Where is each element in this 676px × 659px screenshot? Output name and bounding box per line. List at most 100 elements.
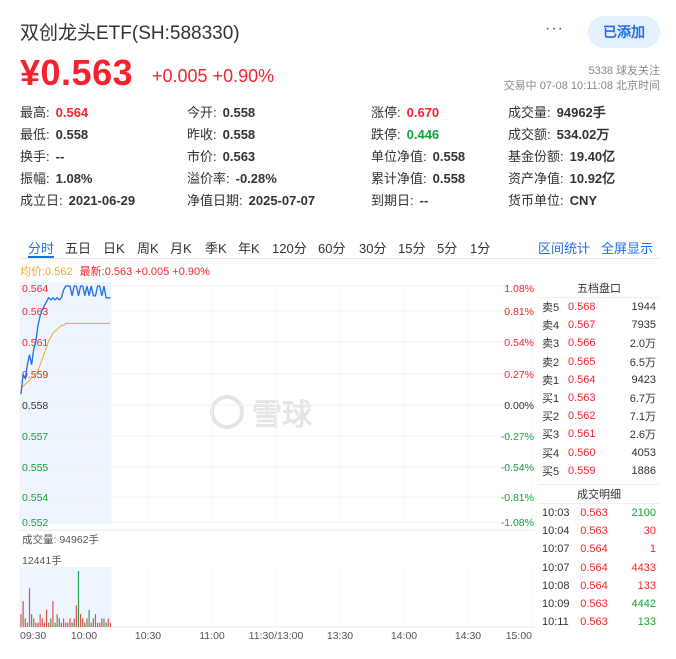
tab-period[interactable]: 120分 bbox=[272, 238, 307, 257]
stat-value: -- bbox=[419, 193, 429, 208]
stat-label: 到期日: bbox=[371, 193, 414, 208]
stat-cell: 最低: 0.558 bbox=[20, 124, 187, 146]
tab-period[interactable]: 分时 bbox=[28, 238, 54, 257]
add-to-watchlist-button[interactable]: 已添加 bbox=[588, 16, 660, 48]
volume-bar bbox=[48, 622, 50, 627]
stat-label: 单位净值: bbox=[371, 149, 427, 164]
order-book-row: 买2 0.562 7.1万 bbox=[538, 407, 660, 425]
volume-bar bbox=[58, 618, 60, 627]
pct-tick-label: -0.81% bbox=[501, 492, 534, 504]
tab-period[interactable]: 15分 bbox=[398, 238, 425, 257]
order-book-row: 买3 0.561 2.6万 bbox=[538, 425, 660, 443]
volume-bar bbox=[41, 618, 43, 627]
order-level-label: 卖4 bbox=[542, 320, 560, 333]
volume-bar bbox=[33, 618, 35, 627]
stat-value: 1.08% bbox=[55, 171, 93, 186]
trade-price: 0.564 bbox=[580, 543, 608, 556]
price-tick-label: 0.552 bbox=[22, 517, 48, 529]
tab-period[interactable]: 周K bbox=[137, 238, 159, 257]
trade-volume: 2100 bbox=[631, 506, 656, 519]
pct-tick-label: 0.27% bbox=[504, 369, 534, 381]
order-level-label: 卖3 bbox=[542, 338, 560, 351]
stat-label: 净值日期: bbox=[187, 193, 243, 208]
volume-bar bbox=[28, 588, 31, 627]
stat-cell: 净值日期: 2025-07-07 bbox=[187, 190, 371, 212]
trade-volume: 133 bbox=[637, 616, 656, 629]
stat-cell: 到期日: -- bbox=[371, 190, 508, 212]
order-price: 0.561 bbox=[568, 428, 596, 441]
order-volume: 2.0万 bbox=[629, 338, 656, 351]
stats-row: 成立日: 2021-06-29 净值日期: 2025-07-07 到期日: -- 货币单位:… bbox=[20, 190, 660, 212]
stat-value: 2025-07-07 bbox=[248, 193, 316, 208]
pct-tick-label: -0.27% bbox=[501, 431, 534, 443]
stat-value: 0.558 bbox=[432, 149, 466, 164]
stat-cell: 溢价率: -0.28% bbox=[187, 168, 371, 190]
order-price: 0.564 bbox=[568, 373, 596, 386]
time-tick-label: 14:00 bbox=[391, 630, 417, 642]
trade-row: 10:07 0.564 1 bbox=[538, 540, 660, 558]
stat-value: 0.558 bbox=[222, 105, 256, 120]
time-tick-label: 14:30 bbox=[455, 630, 481, 642]
followers-count: 5338 球友关注 bbox=[588, 65, 660, 77]
stat-value: 10.92亿 bbox=[569, 171, 616, 186]
stat-cell: 涨停: 0.670 bbox=[371, 102, 508, 124]
tab-period[interactable]: 年K bbox=[238, 238, 260, 257]
order-volume: 1886 bbox=[631, 464, 656, 477]
stat-label: 资产净值: bbox=[508, 171, 564, 186]
interval-stats-link[interactable]: 区间统计 bbox=[538, 238, 590, 257]
order-level-label: 买1 bbox=[542, 393, 560, 406]
order-book-row: 卖2 0.565 6.5万 bbox=[538, 353, 660, 371]
trade-volume: 4442 bbox=[631, 597, 656, 610]
volume-bar bbox=[82, 618, 84, 627]
tab-period[interactable]: 30分 bbox=[359, 238, 386, 257]
volume-bar bbox=[26, 622, 28, 627]
time-tick-label: 10:30 bbox=[135, 630, 161, 642]
tab-period[interactable]: 季K bbox=[205, 238, 227, 257]
trade-time: 10:08 bbox=[542, 579, 570, 592]
stat-cell: 基金份额: 19.40亿 bbox=[508, 146, 660, 168]
volume-bar bbox=[77, 571, 80, 627]
tab-period[interactable]: 1分 bbox=[470, 238, 490, 257]
price-change: +0.005 +0.90% bbox=[152, 66, 275, 86]
stat-cell: 今开: 0.558 bbox=[187, 102, 371, 124]
tab-period[interactable]: 5分 bbox=[437, 238, 457, 257]
volume-bar bbox=[50, 618, 52, 627]
volume-bar bbox=[99, 622, 101, 627]
volume-bar bbox=[101, 618, 103, 627]
trade-time: 10:09 bbox=[542, 597, 570, 610]
trade-row: 10:07 0.564 4433 bbox=[538, 558, 660, 576]
order-level-label: 买2 bbox=[542, 411, 560, 424]
volume-bar bbox=[67, 622, 69, 627]
fullscreen-link[interactable]: 全屏显示 bbox=[601, 238, 653, 257]
security-title: 双创龙头ETF(SH:588330) bbox=[20, 23, 240, 44]
tab-period[interactable]: 月K bbox=[170, 238, 192, 257]
volume-bar bbox=[90, 622, 92, 627]
stat-cell: 换手: -- bbox=[20, 146, 187, 168]
volume-bar bbox=[60, 622, 63, 627]
tabs-divider bbox=[20, 258, 660, 259]
volume-bar bbox=[103, 618, 105, 627]
time-tick-label: 09:30 bbox=[20, 630, 46, 642]
volume-bar bbox=[22, 601, 24, 627]
volume-bar bbox=[52, 601, 54, 627]
order-book-row: 买4 0.560 4053 bbox=[538, 444, 660, 462]
stat-label: 最低: bbox=[20, 127, 50, 142]
trade-volume: 133 bbox=[637, 579, 656, 592]
more-options-button[interactable]: ··· bbox=[545, 20, 564, 38]
stat-label: 成交额: bbox=[508, 127, 551, 142]
stat-value: -- bbox=[55, 149, 65, 164]
order-book-row: 卖3 0.566 2.0万 bbox=[538, 334, 660, 352]
order-level-label: 卖1 bbox=[542, 374, 560, 387]
order-level-label: 卖5 bbox=[542, 302, 560, 315]
order-level-label: 买3 bbox=[542, 429, 560, 442]
tab-period[interactable]: 日K bbox=[103, 238, 125, 257]
pct-tick-label: -1.08% bbox=[501, 517, 534, 529]
stat-label: 货币单位: bbox=[508, 193, 564, 208]
stat-value: 534.02万 bbox=[556, 127, 610, 142]
order-book-row: 买5 0.559 1886 bbox=[538, 462, 660, 480]
stat-value: 2021-06-29 bbox=[68, 193, 136, 208]
tab-period[interactable]: 60分 bbox=[318, 238, 345, 257]
tab-period[interactable]: 五日 bbox=[65, 238, 91, 257]
trade-time: 10:04 bbox=[542, 525, 570, 538]
order-book-row: 卖4 0.567 7935 bbox=[538, 316, 660, 334]
